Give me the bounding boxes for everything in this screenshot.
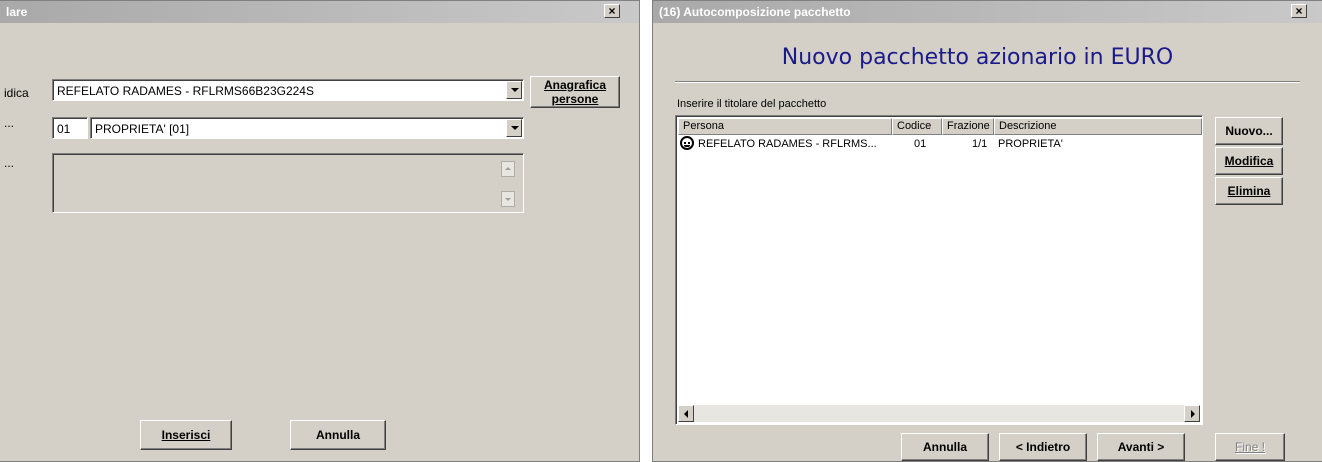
row-descrizione: PROPRIETA' <box>998 138 1063 150</box>
right-type-value: PROPRIETA' [01] <box>95 122 190 136</box>
insert-button[interactable]: Inserisci <box>140 420 232 450</box>
finish-button[interactable]: Fine ! <box>1215 433 1285 461</box>
cancel-button[interactable]: Annulla <box>290 420 386 450</box>
owners-list[interactable]: Persona Codice Frazione Descrizione REFE… <box>675 115 1203 425</box>
person-icon <box>680 136 694 150</box>
cancel-button-label: Annulla <box>316 428 360 442</box>
right-code-value: 01 <box>57 122 71 136</box>
column-header-persona[interactable]: Persona <box>678 118 892 135</box>
delete-button-label: Elimina <box>1227 184 1271 198</box>
left-dialog-title: lare <box>6 5 28 19</box>
right-type-select[interactable]: PROPRIETA' [01] <box>90 117 524 139</box>
new-button[interactable]: Nuovo... <box>1215 117 1283 145</box>
person-select[interactable]: REFELATO RADAMES - RFLRMS66B23G224S <box>52 79 524 101</box>
wizard-cancel-label: Annulla <box>923 440 967 454</box>
insert-button-label: Inserisci <box>161 428 211 442</box>
anagrafica-button-line1: Anagrafica <box>543 78 607 92</box>
heading-divider <box>675 81 1300 83</box>
scroll-right-icon[interactable] <box>1184 405 1200 422</box>
delete-button[interactable]: Elimina <box>1215 177 1283 205</box>
owners-list-hscrollbar[interactable] <box>678 405 1200 422</box>
person-dropdown-chevron-down-icon[interactable] <box>506 81 522 99</box>
anagrafica-persone-button[interactable]: Anagrafica persone <box>530 76 620 108</box>
titolare-dialog: lare × idica REFELATO RADAMES - RFLRMS66… <box>0 0 640 462</box>
person-select-value: REFELATO RADAMES - RFLRMS66B23G224S <box>57 84 314 98</box>
person-label: idica <box>4 86 29 100</box>
instruction-text: Inserire il titolare del pacchetto <box>677 98 827 110</box>
back-button[interactable]: < Indietro <box>999 433 1087 461</box>
edit-button[interactable]: Modifica <box>1215 147 1283 175</box>
left-close-icon[interactable]: × <box>604 4 620 18</box>
right-code-field[interactable]: 01 <box>52 117 88 139</box>
wizard-cancel-button[interactable]: Annulla <box>901 433 989 461</box>
back-button-label: < Indietro <box>1015 440 1071 454</box>
right-type-chevron-down-icon[interactable] <box>506 119 522 137</box>
next-button-label: Avanti > <box>1117 440 1165 454</box>
wizard-heading: Nuovo pacchetto azionario in EURO <box>781 45 1174 70</box>
scroll-left-icon[interactable] <box>678 405 694 422</box>
next-button[interactable]: Avanti > <box>1097 433 1185 461</box>
row-frazione: 1/1 <box>972 138 988 150</box>
row-codice: 01 <box>914 138 927 150</box>
finish-button-label: Fine ! <box>1234 440 1265 454</box>
column-header-codice[interactable]: Codice <box>892 118 942 135</box>
column-header-frazione[interactable]: Frazione <box>942 118 994 135</box>
anagrafica-button-line2: persone <box>551 92 599 106</box>
wizard-dialog: (16) Autocomposizione pacchetto × Nuovo … <box>652 0 1322 462</box>
notes-textarea[interactable] <box>52 153 524 213</box>
notes-scroll-down-icon[interactable] <box>501 191 515 207</box>
right-dialog-title: (16) Autocomposizione pacchetto <box>659 5 851 19</box>
right-type-label: ... <box>4 116 15 130</box>
edit-button-label: Modifica <box>1224 154 1274 168</box>
right-title-bar: (16) Autocomposizione pacchetto <box>653 1 1322 23</box>
right-close-icon[interactable]: × <box>1291 4 1307 18</box>
notes-scroll-up-icon[interactable] <box>501 161 515 177</box>
left-title-bar: lare <box>0 1 639 23</box>
new-button-label: Nuovo... <box>1225 124 1273 138</box>
row-persona: REFELATO RADAMES - RFLRMS... <box>698 138 877 150</box>
column-header-descrizione[interactable]: Descrizione <box>994 118 1202 135</box>
notes-label: ... <box>4 156 15 170</box>
